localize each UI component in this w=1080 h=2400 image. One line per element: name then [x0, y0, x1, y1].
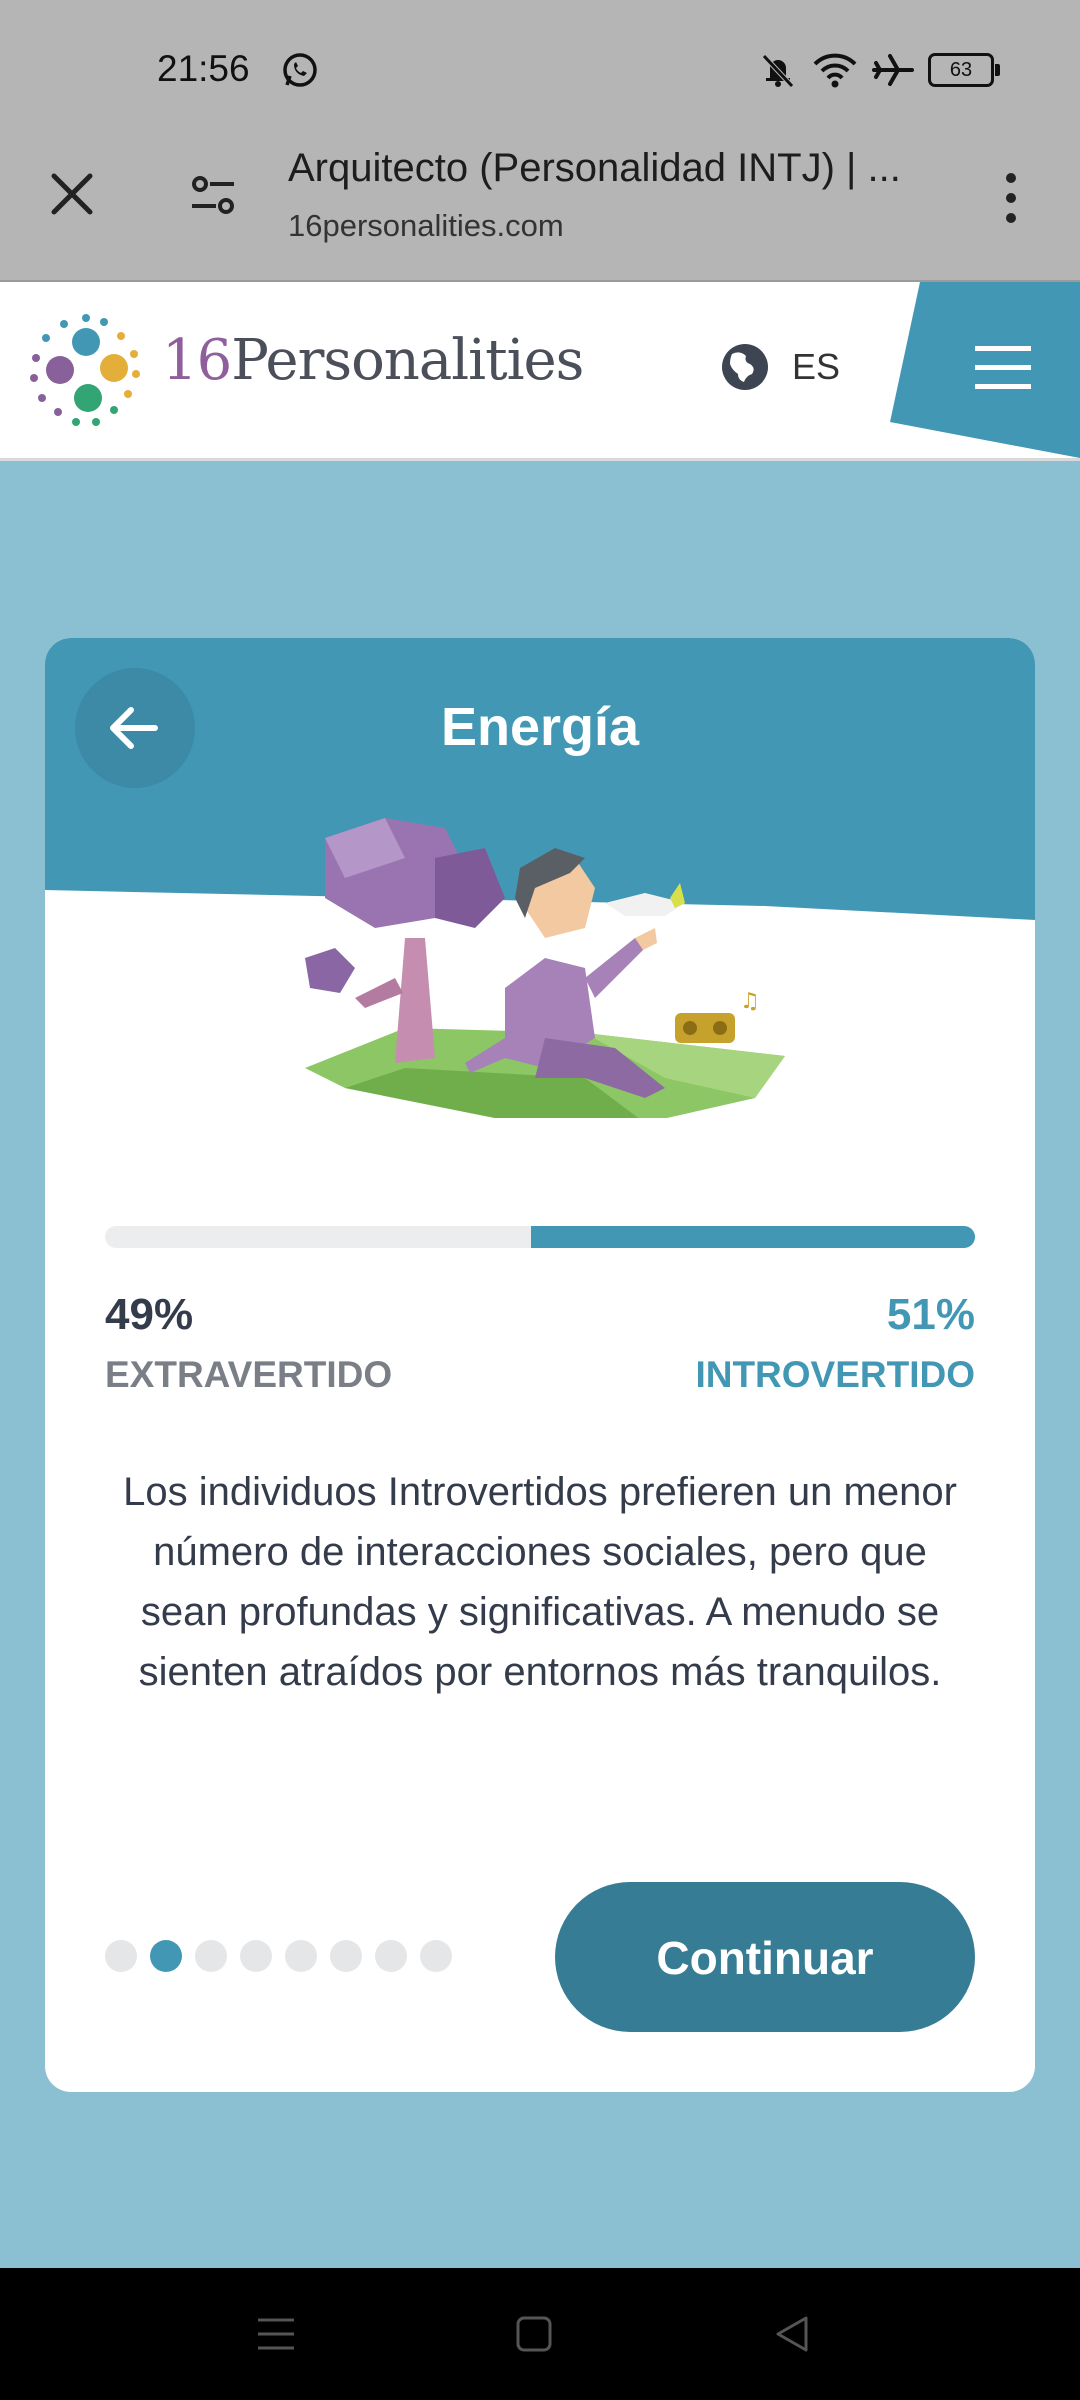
pagination-dot[interactable]	[105, 1940, 137, 1972]
pagination-dot[interactable]	[420, 1940, 452, 1972]
menu-icon[interactable]	[975, 344, 1031, 392]
site-logo[interactable]: 16Personalities	[162, 328, 584, 393]
recent-apps-icon[interactable]	[254, 2312, 298, 2356]
bell-off-icon	[762, 54, 794, 88]
card-title: Energía	[440, 697, 640, 757]
url-host[interactable]: 16personalities.com	[288, 208, 564, 244]
pagination-dot[interactable]	[285, 1940, 317, 1972]
pagination-dot[interactable]	[240, 1940, 272, 1972]
pagination-dot[interactable]	[150, 1940, 182, 1972]
pagination-dots	[105, 1940, 452, 1972]
logo-icon[interactable]	[26, 310, 146, 430]
more-options-icon[interactable]	[996, 168, 1026, 228]
pagination-dot[interactable]	[330, 1940, 362, 1972]
logo-number: 16	[162, 328, 232, 393]
introvert-progress-fill	[531, 1226, 975, 1248]
battery-indicator: 63	[928, 53, 1000, 87]
trait-description: Los individuos Introvertidos prefieren u…	[123, 1470, 957, 1694]
svg-text:♫: ♫	[740, 989, 760, 1014]
introvert-percent: 51%	[886, 1290, 975, 1339]
globe-icon[interactable]	[720, 342, 770, 392]
pagination-dot[interactable]	[375, 1940, 407, 1972]
page-title[interactable]: Arquitecto (Personalidad INTJ) | ...	[288, 146, 948, 191]
logo-word: Personalities	[231, 328, 584, 393]
airplane-icon	[872, 54, 914, 86]
back-nav-icon[interactable]	[770, 2312, 814, 2356]
energy-progress-bar	[105, 1226, 975, 1248]
extravert-percent: 49%	[105, 1290, 194, 1339]
result-card: Energía ♫ 49% 51% EXTRAVERTIDO INTROVERT…	[45, 638, 1035, 2092]
introvert-illustration: ♫	[305, 818, 785, 1118]
pagination-dot[interactable]	[195, 1940, 227, 1972]
status-bar: 21:56 63	[0, 0, 1080, 140]
status-time: 21:56	[157, 48, 250, 89]
language-selector[interactable]: ES	[792, 346, 840, 388]
extravert-label: EXTRAVERTIDO	[105, 1354, 393, 1395]
system-navigation-bar	[0, 2268, 1080, 2400]
site-settings-icon[interactable]	[188, 170, 240, 222]
whatsapp-icon	[283, 53, 317, 87]
close-icon[interactable]	[46, 168, 98, 220]
introvert-label: INTROVERTIDO	[695, 1354, 975, 1395]
wifi-icon	[813, 53, 857, 88]
continue-button[interactable]: Continuar	[555, 1882, 975, 2032]
home-icon[interactable]	[512, 2312, 556, 2356]
